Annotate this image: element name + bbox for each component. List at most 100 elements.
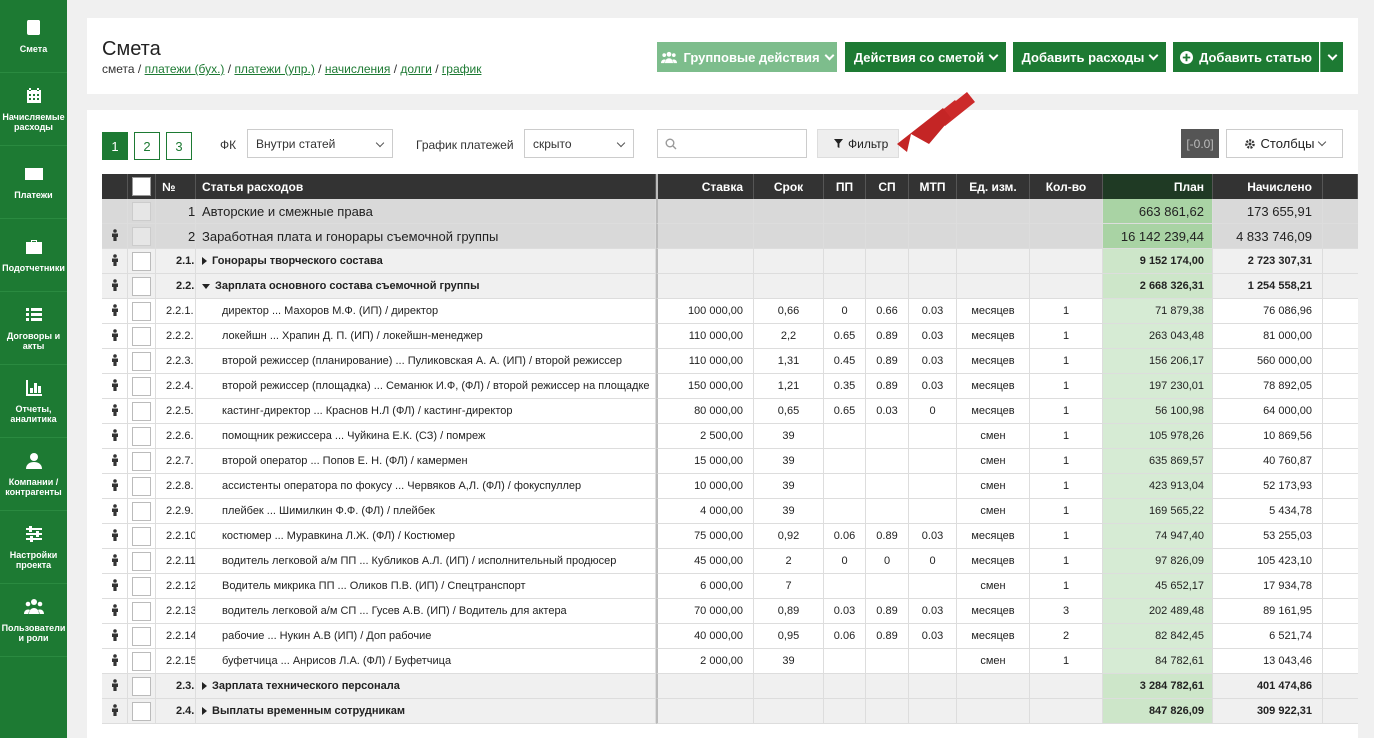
add-item-dropdown-button[interactable] [1320,42,1343,72]
table-row[interactable]: 2.4. Выплаты временным сотрудникам 847 826… [102,699,1358,724]
row-checkbox[interactable] [132,326,151,346]
col-header-term[interactable]: Срок [754,174,824,199]
table-row[interactable]: 2.2.8. ассистенты оператора по фокусу ...… [102,474,1358,499]
col-header-name[interactable]: Статья расходов [196,174,656,199]
sidebar-item-payments[interactable]: Платежи [0,146,67,219]
table-row[interactable]: 2.2.15. буфетчица ... Анрисов Л.А. (ФЛ) /… [102,649,1358,674]
table-row[interactable]: 2.2.14. рабочие ... Нукин А.В (ИП) / Доп … [102,624,1358,649]
table-row[interactable]: 2.2.10. костюмер ... Муравкина Л.Ж. (ФЛ) … [102,524,1358,549]
table-row[interactable]: 2.2.6. помощник режиссера ... Чуйкина Е.К… [102,424,1358,449]
col-header-unit[interactable]: Ед. изм. [957,174,1030,199]
sidebar-item-accrued-expenses[interactable]: Начисляемые расходы [0,73,67,146]
row-checkbox[interactable] [132,626,151,646]
row-checkbox[interactable] [132,476,151,496]
table-row[interactable]: 2.2.12. Водитель микрика ПП ... Оликов П.… [102,574,1358,599]
breadcrumb-link-accruals[interactable]: начисления [325,62,391,76]
add-expenses-button[interactable]: Добавить расходы [1013,42,1166,72]
col-header-rate[interactable]: Ставка [656,174,754,199]
expand-arrow-icon[interactable] [202,257,207,265]
sidebar-item-reports[interactable]: Отчеты, аналитика [0,365,67,438]
table-row[interactable]: 2.2.2. локейшн ... Храпин Д. П. (ИП) / ло… [102,324,1358,349]
row-name-cell[interactable]: Гонорары творческого состава [196,249,656,274]
breadcrumb-link-schedule[interactable]: график [442,62,482,76]
payment-schedule-select[interactable]: скрыто [524,129,634,158]
sidebar-item-companies[interactable]: Компании / контрагенты [0,438,67,511]
table-row[interactable]: 2.2.11. водитель легковой а/м ПП ... Кубл… [102,549,1358,574]
sidebar-item-users[interactable]: Пользователи и роли [0,584,67,657]
cell-plan: 423 913,04 [1103,474,1213,499]
row-checkbox[interactable] [132,576,151,596]
columns-button[interactable]: Столбцы [1226,129,1343,158]
group-actions-button[interactable]: Групповые действия [657,42,837,72]
table-row[interactable]: 2.1. Гонорары творческого состава 9 152 17… [102,249,1358,274]
col-header-num[interactable]: № [156,174,196,199]
breadcrumb-link-payments-management[interactable]: платежи (упр.) [234,62,314,76]
add-item-button[interactable]: Добавить статью [1173,42,1319,72]
row-checkbox[interactable] [132,601,151,621]
table-row[interactable]: 2.2.9. плейбек ... Шимилкин Ф.Ф. (ФЛ) / п… [102,499,1358,524]
cell-sp [866,199,909,224]
row-checkbox[interactable] [132,226,151,246]
row-checkbox[interactable] [132,401,151,421]
row-checkbox[interactable] [132,251,151,271]
cell-accrued: 78 892,05 [1213,374,1323,399]
col-header-sp[interactable]: СП [866,174,909,199]
row-checkbox[interactable] [132,676,151,696]
table-row[interactable]: 2.2.7. второй оператор ... Попов Е. Н. (Ф… [102,449,1358,474]
table-row[interactable]: 2.2.4. второй режиссер (площадка) ... Сем… [102,374,1358,399]
col-header-accrued[interactable]: Начислено [1213,174,1323,199]
table-row[interactable]: 2.2. Зарплата основного состава съемочной… [102,274,1358,299]
row-checkbox[interactable] [132,451,151,471]
select-all-checkbox[interactable] [132,177,151,196]
table-row[interactable]: 2.3. Зарплата технического персонала 3 284… [102,674,1358,699]
page-button-1[interactable]: 1 [102,132,128,160]
row-checkbox[interactable] [132,376,151,396]
chevron-down-icon [375,138,385,148]
search-input[interactable] [657,129,807,158]
row-checkbox[interactable] [132,351,151,371]
row-checkbox[interactable] [132,701,151,721]
row-checkbox[interactable] [132,301,151,321]
breadcrumb-link-debts[interactable]: долги [400,62,432,76]
row-number: 2.2. [156,274,196,299]
cell-sp [866,574,909,599]
row-checkbox[interactable] [132,201,151,221]
row-name-cell[interactable]: Зарплата технического персонала [196,674,656,699]
expand-arrow-icon[interactable] [202,707,207,715]
collapse-arrow-icon[interactable] [202,283,210,289]
table-row[interactable]: 1. Авторские и смежные права 663 861,62173… [102,199,1358,224]
estimate-actions-button[interactable]: Действия со сметой [845,42,1006,72]
row-checkbox[interactable] [132,526,151,546]
row-checkbox[interactable] [132,276,151,296]
sidebar-item-estimate[interactable]: Смета [0,0,67,73]
table-row[interactable]: 2. Заработная плата и гонорары съемочной … [102,224,1358,249]
table-row[interactable]: 2.2.3. второй режиссер (планирование) ...… [102,349,1358,374]
expand-arrow-icon[interactable] [202,682,207,690]
table-row[interactable]: 2.2.5. кастинг-директор ... Краснов Н.Л (… [102,399,1358,424]
cell-term: 1,31 [754,349,824,374]
cell-unit: смен [957,574,1030,599]
row-checkbox[interactable] [132,426,151,446]
row-name-cell[interactable]: Зарплата основного состава съемочной гру… [196,274,656,299]
row-number: 2.2.14. [156,624,196,649]
row-checkbox[interactable] [132,551,151,571]
row-checkbox[interactable] [132,651,151,671]
row-checkbox[interactable] [132,501,151,521]
sidebar-item-contracts[interactable]: Договоры и акты [0,292,67,365]
sidebar-item-settings[interactable]: Настройки проекта [0,511,67,584]
page-button-3[interactable]: 3 [166,132,192,160]
col-header-plan[interactable]: План [1103,174,1213,199]
col-header-qty[interactable]: Кол-во [1030,174,1103,199]
table-row[interactable]: 2.2.13. водитель легковой а/м СП ... Гусе… [102,599,1358,624]
cell-sp [866,649,909,674]
cell-mtp: 0 [909,549,957,574]
cell-rate: 45 000,00 [656,549,754,574]
row-name-cell[interactable]: Выплаты временным сотрудникам [196,699,656,724]
fk-select[interactable]: Внутри статей [247,129,393,158]
col-header-mtp[interactable]: МТП [909,174,957,199]
sidebar-item-accountable[interactable]: Подотчетники [0,219,67,292]
page-button-2[interactable]: 2 [134,132,160,160]
breadcrumb-link-payments-accounting[interactable]: платежи (бух.) [145,62,225,76]
table-row[interactable]: 2.2.1. директор ... Махоров М.Ф. (ИП) / д… [102,299,1358,324]
col-header-pp[interactable]: ПП [824,174,866,199]
